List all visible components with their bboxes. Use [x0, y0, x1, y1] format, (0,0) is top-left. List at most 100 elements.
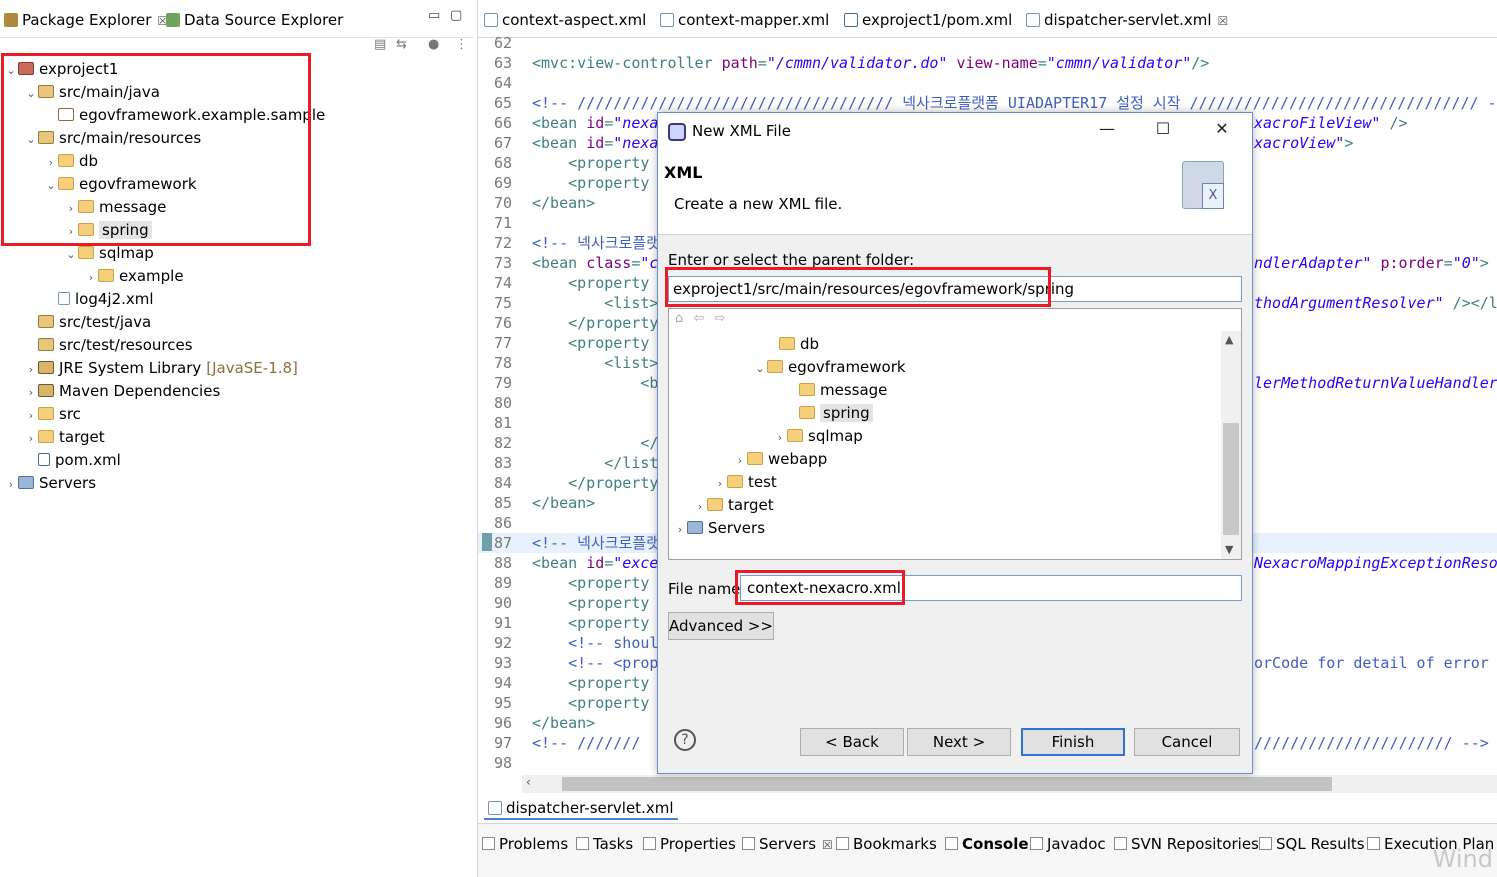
link-with-editor-icon[interactable]: ⇆	[396, 37, 407, 52]
folder-tree-item[interactable]: › webapp	[733, 448, 827, 470]
chevron-right-icon[interactable]: ›	[84, 267, 98, 289]
code-token: thodArgumentResolver"	[1254, 294, 1444, 312]
view-tab-label: Servers	[759, 835, 817, 853]
view-tab-console[interactable]: Console	[945, 832, 1029, 856]
package-explorer-icon	[4, 13, 18, 27]
view-tab-svn-repositories[interactable]: SVN Repositories	[1114, 832, 1259, 856]
scroll-left-icon[interactable]: ‹	[526, 775, 531, 789]
view-tab-javadoc[interactable]: Javadoc	[1030, 832, 1106, 856]
vertical-scroll-thumb[interactable]	[1223, 423, 1239, 535]
tab-dispatcher-servlet[interactable]: dispatcher-servlet.xml ☒	[1026, 8, 1228, 32]
folder-tree-item[interactable]: spring	[785, 402, 873, 424]
tree-item[interactable]: › src	[24, 403, 81, 425]
code-token: orCode for detail of error :	[1254, 654, 1497, 672]
maximize-icon[interactable]: ▢	[450, 8, 462, 23]
code-token: lerMethodReturnValueHandler	[1254, 374, 1497, 392]
chevron-down-icon[interactable]: ⌄	[64, 244, 78, 266]
folder-tree-item[interactable]: › target	[693, 494, 774, 516]
vertical-scrollbar[interactable]: ▲ ▼	[1221, 331, 1241, 559]
tree-item[interactable]: src/test/resources	[24, 334, 193, 356]
tree-item[interactable]: › example	[84, 265, 184, 287]
tree-item[interactable]: › JRE System Library [JavaSE-1.8]	[24, 357, 298, 379]
view-icon	[643, 837, 656, 850]
line-number: 85	[493, 494, 512, 512]
folder-tree-item[interactable]: db	[765, 333, 819, 355]
tree-item[interactable]: › Maven Dependencies	[24, 380, 220, 402]
horizontal-scroll-thumb[interactable]	[562, 777, 1332, 791]
view-tab-problems[interactable]: Problems	[482, 832, 568, 856]
scroll-down-icon[interactable]: ▼	[1225, 543, 1233, 556]
tab-data-source-explorer[interactable]: Data Source Explorer	[166, 8, 343, 32]
home-icon[interactable]: ⌂	[675, 311, 683, 326]
tree-item[interactable]: › Servers	[4, 472, 96, 494]
focus-icon[interactable]: ●	[428, 37, 439, 52]
code-line[interactable]: 65 <!-- /////////////////////////////////…	[478, 93, 1497, 113]
view-menu-icon[interactable]: ⋮	[455, 37, 468, 52]
view-icon	[576, 837, 589, 850]
code-token: =	[604, 114, 614, 132]
tab-pom[interactable]: exproject1/pom.xml	[844, 8, 1012, 32]
code-token: <property	[532, 154, 650, 172]
tree-item[interactable]: pom.xml	[24, 449, 121, 471]
forward-icon[interactable]: ⇨	[714, 311, 725, 326]
chevron-right-icon[interactable]: ›	[713, 473, 727, 495]
folder-tree-item[interactable]: message	[785, 379, 887, 401]
chevron-down-icon[interactable]: ⌄	[753, 358, 767, 380]
chevron-right-icon[interactable]: ›	[24, 382, 38, 404]
back-button[interactable]: < Back	[800, 728, 904, 756]
folder-tree[interactable]: ⌂ ⇦ ⇨ db ⌄ egovframework message spring › sqlm…	[668, 308, 1242, 560]
code-token: </bean>	[532, 494, 596, 512]
tab-package-explorer[interactable]: Package Explorer ☒	[4, 8, 168, 32]
help-icon[interactable]: ?	[674, 729, 696, 751]
wizard-title: XML	[664, 163, 703, 182]
code-token: <!-- 넥사크로플랫폼	[532, 234, 674, 252]
tab-context-mapper[interactable]: context-mapper.xml	[660, 8, 829, 32]
editor-page-tab-source[interactable]: dispatcher-servlet.xml	[484, 796, 678, 820]
finish-button[interactable]: Finish	[1021, 728, 1125, 756]
chevron-right-icon[interactable]: ›	[733, 450, 747, 472]
collapse-all-icon[interactable]: ▤	[374, 37, 386, 52]
minimize-icon[interactable]: ▭	[428, 8, 440, 23]
chevron-right-icon[interactable]: ›	[24, 428, 38, 450]
chevron-right-icon[interactable]: ›	[773, 427, 787, 449]
database-icon	[166, 13, 180, 27]
code-token: =	[604, 134, 614, 152]
tree-item[interactable]: › target	[24, 426, 105, 448]
horizontal-scrollbar[interactable]: ‹	[522, 775, 1497, 793]
folder-icon	[799, 406, 815, 419]
advanced-button[interactable]: Advanced >>	[668, 612, 774, 640]
line-number: 74	[493, 274, 512, 292]
view-tab-servers[interactable]: Servers ☒	[742, 832, 833, 856]
code-line[interactable]: 64	[478, 73, 1497, 93]
chevron-right-icon[interactable]: ›	[24, 405, 38, 427]
chevron-right-icon[interactable]: ›	[24, 359, 38, 381]
view-tab-bookmarks[interactable]: Bookmarks	[836, 832, 937, 856]
close-button[interactable]: ✕	[1207, 119, 1237, 138]
tab-context-aspect[interactable]: context-aspect.xml	[484, 8, 646, 32]
chevron-right-icon[interactable]: ›	[4, 474, 18, 496]
view-tab-properties[interactable]: Properties	[643, 832, 736, 856]
code-line[interactable]: 62	[478, 33, 1497, 53]
tree-item[interactable]: src/test/java	[24, 311, 151, 333]
view-tab-tasks[interactable]: Tasks	[576, 832, 633, 856]
folder-tree-item[interactable]: › test	[713, 471, 777, 493]
tree-item[interactable]: log4j2.xml	[44, 288, 154, 310]
chevron-right-icon[interactable]: ›	[693, 496, 707, 518]
close-icon[interactable]: ☒	[1218, 14, 1229, 28]
close-icon[interactable]: ☒	[822, 838, 833, 852]
folder-tree-item[interactable]: ⌄ egovframework	[753, 356, 905, 380]
chevron-right-icon[interactable]: ›	[673, 519, 687, 541]
tab-label: context-mapper.xml	[678, 11, 830, 29]
code-line[interactable]: 63 <mvc:view-controller path="/cmmn/valid…	[478, 53, 1497, 73]
next-button[interactable]: Next >	[907, 728, 1011, 756]
folder-tree-item[interactable]: › sqlmap	[773, 425, 863, 447]
maximize-button[interactable]: ☐	[1148, 119, 1178, 138]
folder-tree-item[interactable]: › Servers	[673, 517, 765, 539]
cancel-button[interactable]: Cancel	[1134, 728, 1240, 756]
minimize-button[interactable]: —	[1092, 119, 1122, 138]
scroll-up-icon[interactable]: ▲	[1225, 333, 1233, 346]
line-number: 89	[493, 574, 512, 592]
tree-item-label: log4j2.xml	[75, 290, 154, 308]
back-icon[interactable]: ⇦	[693, 311, 704, 326]
view-tab-sql-results[interactable]: SQL Results	[1259, 832, 1365, 856]
